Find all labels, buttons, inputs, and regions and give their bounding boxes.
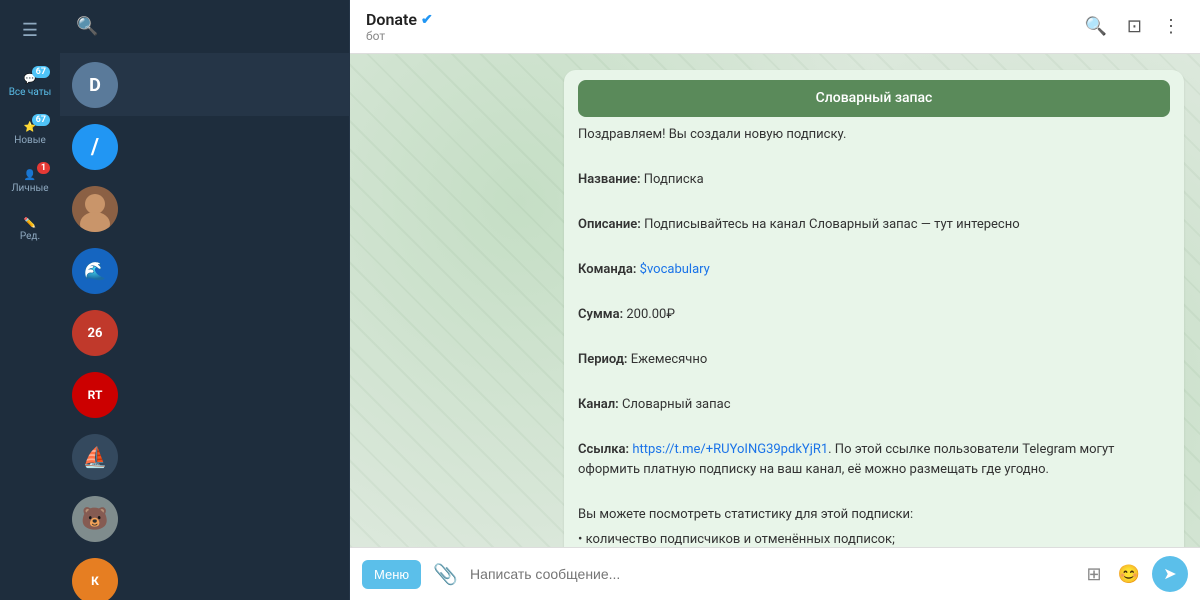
list-item[interactable]: 🌊 [60, 240, 349, 302]
field-name: Название: Подписка [578, 170, 1170, 190]
chat-header-info: Donate ✔ бот [366, 10, 433, 43]
attach-btn[interactable]: 📎 [429, 558, 462, 590]
sticker-btn[interactable]: ⊞ [1082, 560, 1105, 589]
list-item[interactable]: / [60, 116, 349, 178]
chat-header: Donate ✔ бот 🔍 ⊡ ⋮ [350, 0, 1200, 54]
subscription-link[interactable]: https://t.me/+RUYoING39pdkYjR1 [632, 442, 828, 457]
stats-intro: Вы можете посмотреть статистику для этой… [578, 505, 1170, 525]
input-actions: ⊞ 😊 [1082, 560, 1144, 589]
edit-icon: ✏️ [24, 218, 36, 229]
list-item[interactable]: ⛵ [60, 426, 349, 488]
command-link[interactable]: $vocabulary [640, 262, 710, 277]
greeting-text: Поздравляем! Вы создали новую подписку. [578, 125, 1170, 145]
list-item[interactable]: RT [60, 364, 349, 426]
personal-icon: 👤 [24, 170, 36, 181]
chat-main: Donate ✔ бот 🔍 ⊡ ⋮ Словарный запас Поздр… [350, 0, 1200, 600]
chat-input-area: Меню 📎 ⊞ 😊 ➤ [350, 547, 1200, 600]
avatar: RT [72, 372, 118, 418]
avatar: ⛵ [72, 434, 118, 480]
send-btn[interactable]: ➤ [1152, 556, 1188, 592]
stat-1: • количество подписчиков и отменённых по… [578, 530, 1170, 547]
list-item[interactable]: 🐻 [60, 488, 349, 550]
more-btn[interactable]: ⋮ [1158, 12, 1184, 41]
list-item[interactable]: 26 [60, 302, 349, 364]
field-amount: Сумма: 200.00₽ [578, 305, 1170, 325]
field-command: Команда: $vocabulary [578, 260, 1170, 280]
chat-list-header: 🔍 [60, 0, 349, 54]
sidebar-icons: ☰ 💬 Все чаты 67 ⭐ Новые 67 👤 Личные 1 ✏️… [0, 0, 60, 600]
avatar: 26 [72, 310, 118, 356]
avatar: 🌊 [72, 248, 118, 294]
field-channel: Канал: Словарный запас [578, 395, 1170, 415]
hamburger-menu-btn[interactable]: ☰ [8, 8, 52, 52]
hamburger-icon: ☰ [22, 20, 38, 41]
chat-bubble-main: Словарный запас Поздравляем! Вы создали … [564, 70, 1184, 547]
verified-icon: ✔ [421, 12, 433, 28]
layout-btn[interactable]: ⊡ [1123, 12, 1146, 41]
avatar: К [72, 558, 118, 600]
search-chat-btn[interactable]: 🔍 [1080, 12, 1110, 41]
list-item[interactable]: D [60, 54, 349, 116]
search-btn[interactable]: 🔍 [72, 12, 102, 41]
tab-all-chats[interactable]: 💬 Все чаты 67 [8, 64, 52, 108]
emoji-btn[interactable]: 😊 [1114, 560, 1144, 589]
chat-subtitle: бот [366, 29, 433, 43]
chat-header-actions: 🔍 ⊡ ⋮ [1080, 12, 1184, 41]
message-input[interactable] [470, 566, 1074, 582]
chat-messages-area: Словарный запас Поздравляем! Вы создали … [350, 54, 1200, 547]
field-description: Описание: Подписывайтесь на канал Словар… [578, 215, 1170, 235]
avatar [72, 186, 118, 232]
avatar: / [72, 124, 118, 170]
tab-edit[interactable]: ✏️ Ред. [8, 208, 52, 252]
chat-name: Donate ✔ [366, 10, 433, 29]
tab-personal[interactable]: 👤 Личные 1 [8, 160, 52, 204]
avatar: 🐻 [72, 496, 118, 542]
list-item[interactable]: К [60, 550, 349, 600]
chat-list: D / 🌊 26 RT [60, 54, 349, 600]
avatar: D [72, 62, 118, 108]
field-period: Период: Ежемесячно [578, 350, 1170, 370]
vocabulary-header-btn[interactable]: Словарный запас [578, 80, 1170, 117]
list-item[interactable] [60, 178, 349, 240]
field-link: Ссылка: https://t.me/+RUYoING39pdkYjR1. … [578, 440, 1170, 479]
chat-list-panel: 🔍 D / 🌊 26 [60, 0, 350, 600]
menu-btn[interactable]: Меню [362, 560, 421, 589]
send-icon: ➤ [1163, 564, 1176, 584]
tab-new[interactable]: ⭐ Новые 67 [8, 112, 52, 156]
